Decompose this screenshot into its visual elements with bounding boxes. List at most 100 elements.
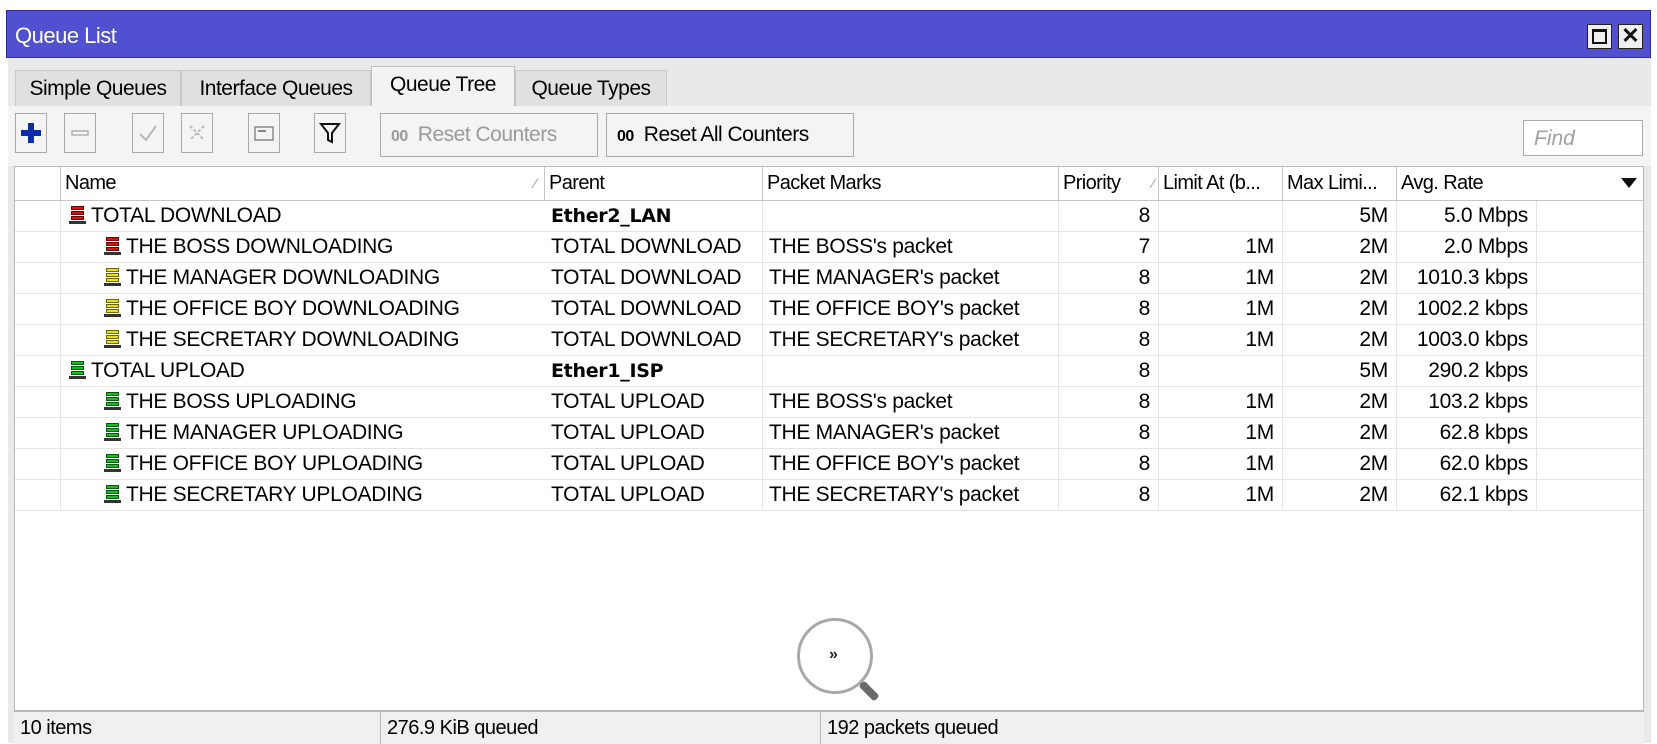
row-select-cell[interactable] [15, 387, 61, 417]
tab-queue-types[interactable]: Queue Types [515, 70, 667, 106]
table-row[interactable]: THE OFFICE BOY DOWNLOADING TOTAL DOWNLOAD… [15, 294, 1643, 325]
comment-button[interactable] [248, 113, 280, 153]
table-row[interactable]: TOTAL DOWNLOAD Ether2_LAN 8 5M 5.0 Mbps [15, 201, 1643, 232]
find-input[interactable]: Find [1523, 120, 1643, 156]
row-select-cell[interactable] [15, 449, 61, 479]
row-parent: TOTAL UPLOAD [545, 418, 763, 448]
remove-button[interactable] [64, 113, 96, 153]
row-name-text: THE SECRETARY UPLOADING [126, 483, 423, 506]
reset-all-label: Reset All Counters [643, 123, 809, 146]
queue-icon [104, 236, 121, 256]
reset-all-prefix: 00 [617, 128, 634, 145]
header-avg-rate-label: Avg. Rate [1401, 172, 1484, 194]
row-name: THE MANAGER UPLOADING [61, 418, 545, 448]
sort-icon: ⁄ [1152, 175, 1154, 191]
maximize-button[interactable] [1587, 24, 1612, 49]
row-priority: 8 [1059, 263, 1159, 293]
header-limit-at[interactable]: Limit At (b... [1159, 167, 1283, 200]
header-name-label: Name [65, 172, 117, 194]
row-priority: 8 [1059, 449, 1159, 479]
header-parent[interactable]: Parent [545, 167, 763, 200]
row-name: THE MANAGER DOWNLOADING [61, 263, 545, 293]
row-avg-rate: 103.2 kbps [1397, 387, 1537, 417]
header-max-limit[interactable]: Max Limi... [1283, 167, 1397, 200]
row-name: THE OFFICE BOY DOWNLOADING [61, 294, 545, 324]
row-max-limit: 2M [1283, 418, 1397, 448]
row-select-cell[interactable] [15, 294, 61, 324]
queue-icon [104, 453, 121, 473]
row-limit-at: 1M [1159, 418, 1283, 448]
row-parent: TOTAL UPLOAD [545, 480, 763, 510]
row-limit-at: 1M [1159, 263, 1283, 293]
more-status-button[interactable]: » [829, 646, 838, 664]
tab-queue-tree[interactable]: Queue Tree [371, 66, 515, 107]
row-select-cell[interactable] [15, 201, 61, 231]
row-priority: 8 [1059, 480, 1159, 510]
queue-icon [104, 422, 121, 442]
row-avg-rate: 5.0 Mbps [1397, 201, 1537, 231]
header-avg-rate[interactable]: Avg. Rate [1397, 167, 1643, 200]
filter-icon [319, 123, 341, 144]
row-priority: 8 [1059, 294, 1159, 324]
row-name-text: TOTAL DOWNLOAD [91, 204, 282, 227]
maximize-icon [1592, 29, 1607, 44]
table-row[interactable]: THE BOSS DOWNLOADING TOTAL DOWNLOAD THE BO… [15, 232, 1643, 263]
table-row[interactable]: THE MANAGER DOWNLOADING TOTAL DOWNLOAD THE… [15, 263, 1643, 294]
row-parent: TOTAL DOWNLOAD [545, 263, 763, 293]
add-button[interactable] [15, 113, 47, 153]
queue-icon [104, 329, 121, 349]
header-packet-marks[interactable]: Packet Marks [763, 167, 1059, 200]
row-limit-at: 1M [1159, 294, 1283, 324]
status-queued: 276.9 KiB queued [381, 712, 821, 744]
table-row[interactable]: THE SECRETARY DOWNLOADING TOTAL DOWNLOAD T… [15, 325, 1643, 356]
row-select-cell[interactable] [15, 325, 61, 355]
close-button[interactable]: ✕ [1618, 23, 1643, 49]
row-name: THE BOSS DOWNLOADING [61, 232, 545, 262]
row-limit-at [1159, 356, 1283, 386]
row-name: THE SECRETARY DOWNLOADING [61, 325, 545, 355]
row-limit-at: 1M [1159, 480, 1283, 510]
reset-counters-button[interactable]: 00 Reset Counters [380, 113, 598, 157]
row-marks: THE SECRETARY's packet [763, 480, 1059, 510]
tab-interface-queues[interactable]: Interface Queues [181, 70, 371, 106]
row-parent: TOTAL UPLOAD [545, 449, 763, 479]
row-select-cell[interactable] [15, 356, 61, 386]
table-row[interactable]: TOTAL UPLOAD Ether1_ISP 8 5M 290.2 kbps [15, 356, 1643, 387]
filter-button[interactable] [314, 113, 346, 153]
x-icon [189, 125, 205, 141]
header-name[interactable]: Name ⁄ [61, 167, 545, 200]
reset-all-counters-button[interactable]: 00 Reset All Counters [606, 113, 854, 157]
tab-simple-queues[interactable]: Simple Queues [15, 70, 181, 106]
queue-icon [104, 484, 121, 504]
header-priority[interactable]: Priority ⁄ [1059, 167, 1159, 200]
row-avg-rate: 62.8 kbps [1397, 418, 1537, 448]
row-avg-rate: 1002.2 kbps [1397, 294, 1537, 324]
window-title: Queue List [15, 23, 117, 48]
queue-icon [104, 267, 121, 287]
row-parent: TOTAL DOWNLOAD [545, 232, 763, 262]
table-row[interactable]: THE SECRETARY UPLOADING TOTAL UPLOAD THE S… [15, 480, 1643, 511]
row-limit-at: 1M [1159, 232, 1283, 262]
enable-button[interactable] [132, 113, 164, 153]
row-name-text: THE BOSS DOWNLOADING [126, 235, 394, 258]
title-bar[interactable]: Queue List ✕ [6, 10, 1651, 58]
row-select-cell[interactable] [15, 480, 61, 510]
row-name-text: THE OFFICE BOY DOWNLOADING [126, 297, 460, 320]
row-select-cell[interactable] [15, 232, 61, 262]
row-max-limit: 2M [1283, 480, 1397, 510]
status-items: 10 items [14, 712, 381, 744]
row-name: THE BOSS UPLOADING [61, 387, 545, 417]
disable-button[interactable] [181, 113, 213, 153]
row-max-limit: 2M [1283, 325, 1397, 355]
table-row[interactable]: THE BOSS UPLOADING TOTAL UPLOAD THE BOSS's… [15, 387, 1643, 418]
table-row[interactable]: THE OFFICE BOY UPLOADING TOTAL UPLOAD THE … [15, 449, 1643, 480]
row-select-cell[interactable] [15, 263, 61, 293]
toolbar: 00 Reset Counters 00 Reset All Counters Fi… [8, 106, 1651, 166]
row-marks: THE OFFICE BOY's packet [763, 449, 1059, 479]
row-select-cell[interactable] [15, 418, 61, 448]
table-row[interactable]: THE MANAGER UPLOADING TOTAL UPLOAD THE MAN… [15, 418, 1643, 449]
header-select[interactable] [15, 167, 61, 200]
row-priority: 8 [1059, 387, 1159, 417]
column-menu-icon[interactable] [1621, 178, 1637, 188]
check-icon [139, 125, 157, 142]
